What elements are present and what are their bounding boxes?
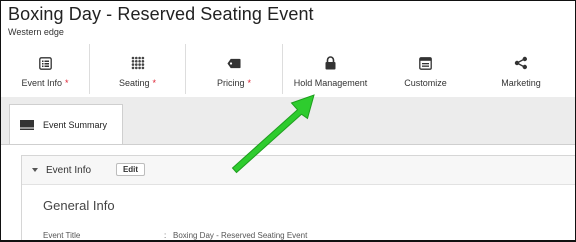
app-window: Boxing Day - Reserved Seating Event West… xyxy=(0,0,576,242)
annotation-arrow xyxy=(231,94,315,174)
